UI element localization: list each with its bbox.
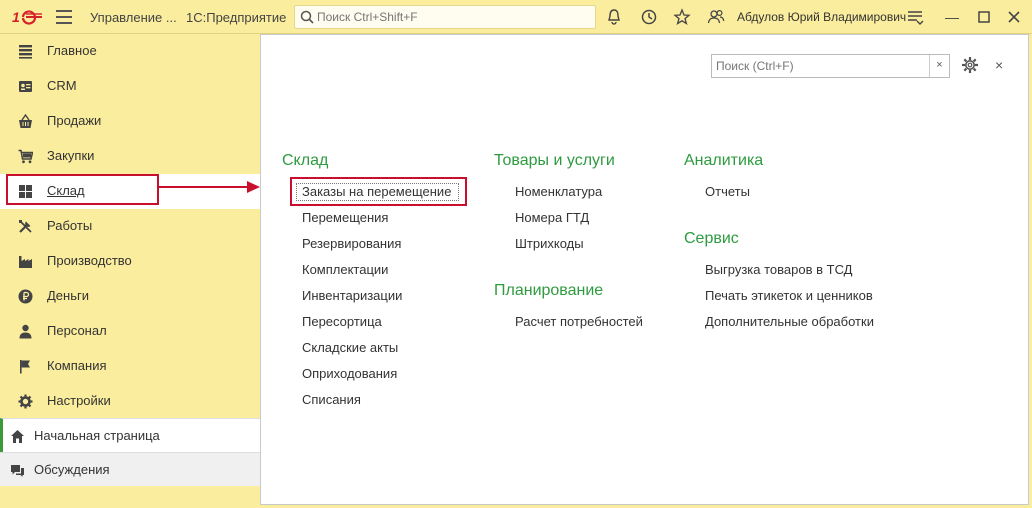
crm-icon (19, 81, 32, 92)
sidebar-item-crm[interactable]: CRM (0, 69, 260, 104)
sidebar-item-personnel[interactable]: Персонал (0, 314, 260, 349)
sidebar-item-label: Деньги (47, 288, 89, 303)
link-transfers[interactable]: Перемещения (302, 210, 388, 225)
link-reports[interactable]: Отчеты (705, 184, 750, 199)
settings-menu-icon[interactable] (906, 8, 924, 26)
link-writeoffs[interactable]: Списания (302, 392, 361, 407)
home-page-label: Начальная страница (34, 428, 160, 443)
minimize-button[interactable]: — (943, 8, 961, 26)
1c-logo-icon: 1 (12, 9, 42, 25)
sidebar-item-works[interactable]: Работы (0, 209, 260, 244)
sidebar-item-settings[interactable]: Настройки (0, 384, 260, 419)
sidebar-item-label: Производство (47, 253, 132, 268)
link-nomenclature[interactable]: Номенклатура (515, 184, 602, 199)
sidebar-item-label: Продажи (47, 113, 102, 128)
link-regrading[interactable]: Пересортица (302, 314, 382, 329)
person-icon (19, 324, 32, 339)
highlight-box (6, 174, 159, 205)
maximize-icon[interactable] (975, 8, 993, 26)
tools-icon (19, 220, 32, 233)
link-assemblies[interactable]: Комплектации (302, 262, 388, 277)
sidebar-item-label: Главное (47, 43, 97, 58)
link-export-tsd[interactable]: Выгрузка товаров в ТСД (705, 262, 853, 277)
platform-title: 1С:Предприятие (186, 10, 287, 25)
sidebar-item-company[interactable]: Компания (0, 349, 260, 384)
link-print-labels[interactable]: Печать этикеток и ценников (705, 288, 873, 303)
ruble-icon (18, 289, 33, 304)
title-bar: 1 Управление ... 1С:Предприятие Абдулов … (0, 0, 1032, 34)
gear-icon (18, 394, 33, 409)
user-name[interactable]: Абдулов Юрий Владимирович (737, 10, 906, 24)
link-receipts[interactable]: Оприходования (302, 366, 397, 381)
panel-close-button[interactable]: × (995, 57, 1003, 73)
sidebar-item-main[interactable]: Главное (0, 34, 260, 69)
history-icon[interactable] (640, 8, 658, 26)
annotation-arrow (159, 181, 260, 193)
list-icon (19, 45, 32, 59)
sidebar-item-production[interactable]: Производство (0, 244, 260, 279)
cart-icon (18, 149, 33, 164)
link-demand-calc[interactable]: Расчет потребностей (515, 314, 643, 329)
global-search-input[interactable] (317, 8, 587, 26)
home-icon (11, 430, 24, 443)
chat-icon (11, 465, 24, 477)
panel-search-input[interactable] (716, 58, 926, 74)
discussions-item[interactable]: Обсуждения (0, 452, 260, 486)
link-warehouse-acts[interactable]: Складские акты (302, 340, 398, 355)
section-title-goods: Товары и услуги (494, 152, 615, 169)
star-icon[interactable] (673, 8, 691, 26)
clear-search-button[interactable]: × (929, 55, 949, 77)
panel-search[interactable]: × (711, 54, 950, 78)
sidebar-item-sales[interactable]: Продажи (0, 104, 260, 139)
link-customs-numbers[interactable]: Номера ГТД (515, 210, 589, 225)
sidebar-item-label: Компания (47, 358, 107, 373)
link-reservations[interactable]: Резервирования (302, 236, 401, 251)
sidebar-item-purchases[interactable]: Закупки (0, 139, 260, 174)
svg-text:1: 1 (12, 9, 20, 25)
bell-icon[interactable] (605, 8, 623, 26)
section-title-service: Сервис (684, 230, 739, 247)
panel-settings-icon[interactable] (961, 56, 979, 74)
sidebar-item-label: Персонал (47, 323, 107, 338)
main-panel: × × Склад Заказы на перемещение Перемеще… (260, 34, 1029, 505)
sidebar-item-label: Работы (47, 218, 93, 233)
section-title-analytics: Аналитика (684, 152, 764, 169)
global-search[interactable] (294, 5, 596, 29)
link-barcodes[interactable]: Штрихкоды (515, 236, 584, 251)
sidebar-item-money[interactable]: Деньги (0, 279, 260, 314)
link-transfer-orders[interactable]: Заказы на перемещение (302, 184, 451, 199)
link-inventories[interactable]: Инвентаризации (302, 288, 402, 303)
section-title-planning: Планирование (494, 282, 604, 299)
discussions-label: Обсуждения (34, 462, 110, 477)
flag-icon (20, 360, 30, 374)
menu-icon[interactable] (56, 10, 72, 24)
sidebar-item-label: Закупки (47, 148, 95, 163)
basket-icon (19, 114, 32, 128)
home-page-item[interactable]: Начальная страница (0, 418, 260, 452)
sidebar-item-label: CRM (47, 78, 77, 93)
sidebar-item-label: Настройки (47, 393, 111, 408)
link-extra-processing[interactable]: Дополнительные обработки (705, 314, 874, 329)
sidebar: Главное CRM Продажи Закупки Склад Работы… (0, 34, 260, 508)
app-title: Управление ... (90, 10, 177, 25)
search-icon (300, 10, 314, 24)
section-title-warehouse: Склад (282, 152, 329, 169)
close-window-icon[interactable] (1005, 8, 1023, 26)
users-icon[interactable] (707, 8, 725, 26)
factory-icon (19, 256, 32, 268)
